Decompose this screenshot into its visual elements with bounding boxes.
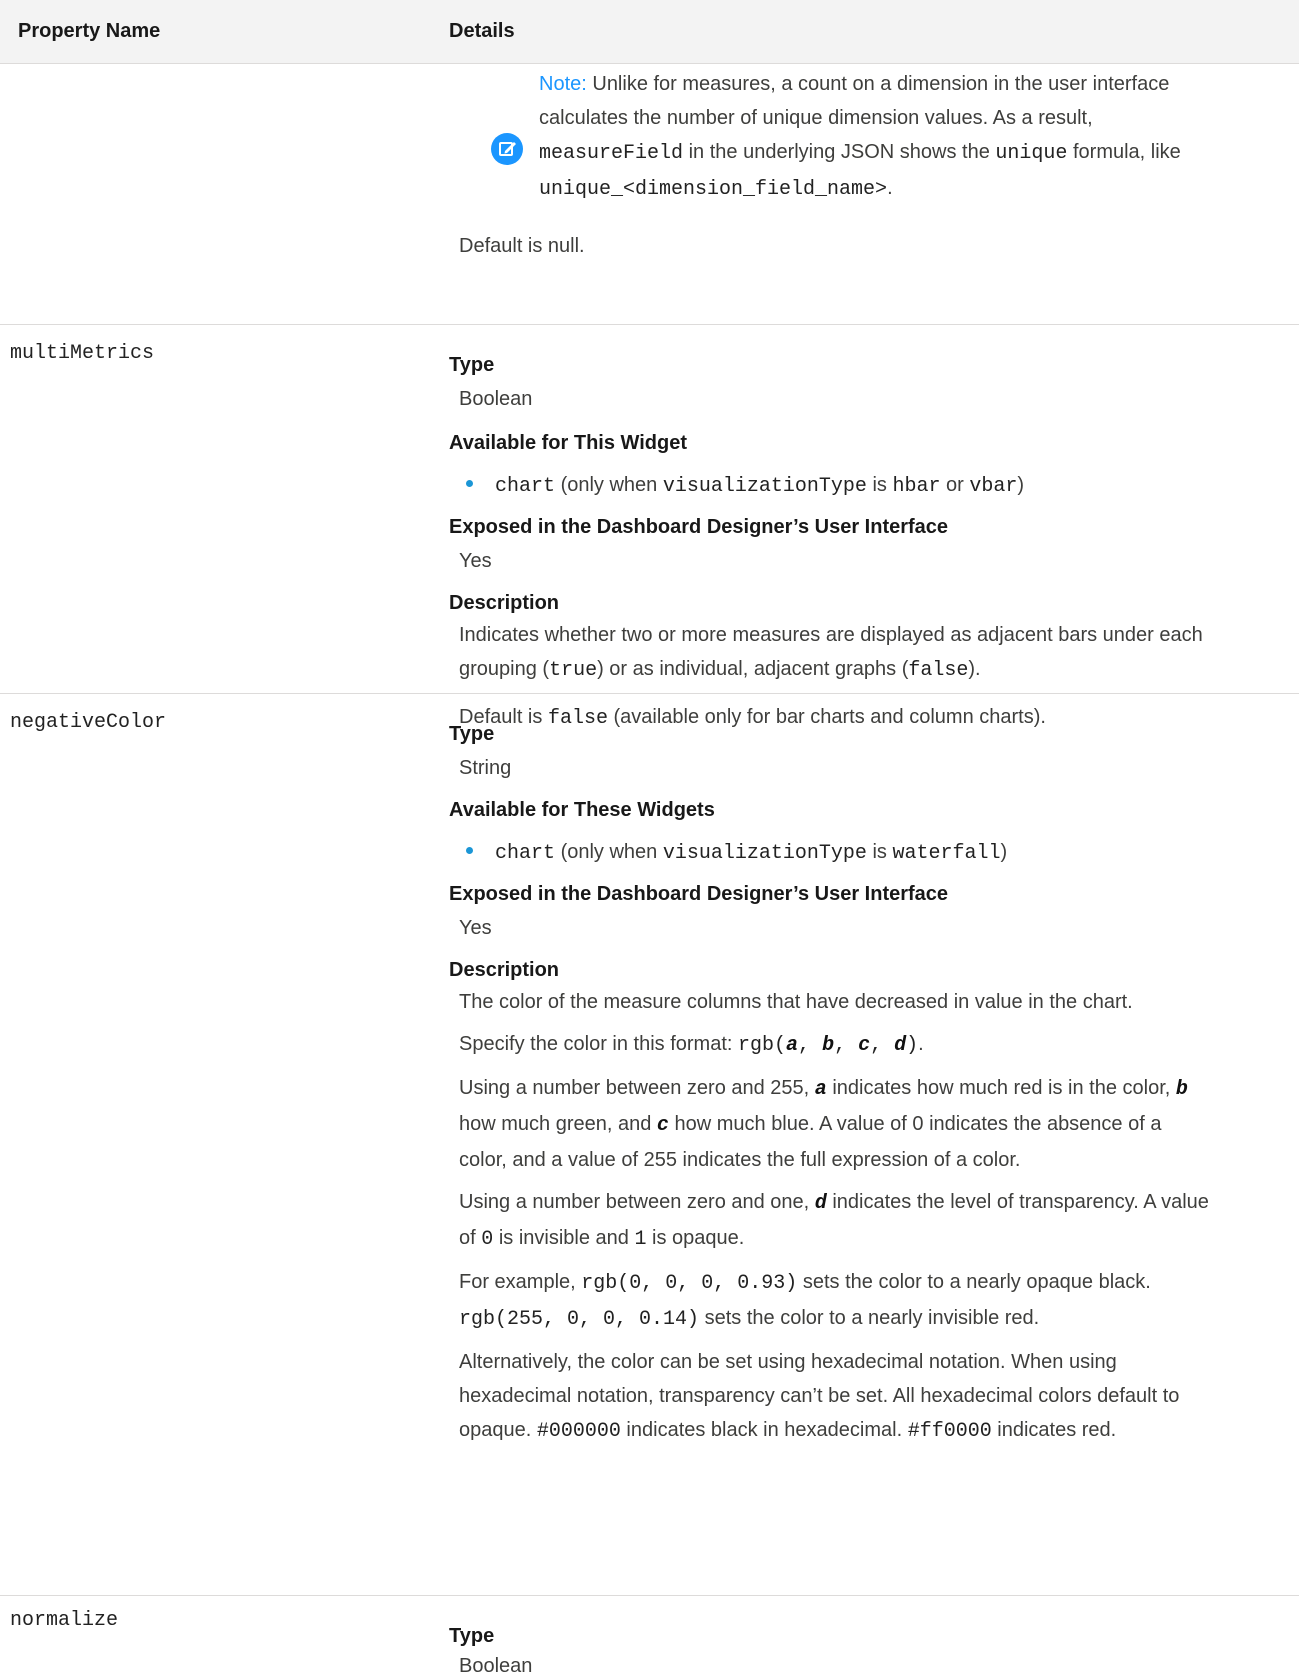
exposed-value: Yes — [459, 917, 492, 939]
list-item: chart (only when visualizationType is wa… — [466, 841, 1007, 865]
type-value: String — [459, 757, 512, 779]
exposed-label: Exposed in the Dashboard Designer’s User… — [449, 516, 949, 538]
note-line-2: calculates the number of unique dimensio… — [539, 107, 1093, 129]
col-header-details: Details — [449, 20, 515, 42]
default-null-text: Default is null. — [459, 235, 585, 257]
description-label: Description — [449, 959, 560, 981]
note-label: Note: — [539, 73, 587, 95]
table-row-multiMetrics: multiMetrics Type Boolean Available for … — [0, 326, 1299, 730]
note-block: Note: Unlike for measures, a count on a … — [539, 65, 1279, 207]
bullet-icon — [466, 480, 473, 488]
description-body: Indicates whether two or more measures a… — [459, 624, 1203, 682]
col-header-property-name: Property Name — [18, 20, 161, 42]
type-label: Type — [449, 1625, 495, 1647]
exposed-label: Exposed in the Dashboard Designer’s User… — [449, 883, 949, 905]
availability-label: Available for This Widget — [449, 432, 687, 454]
list-item: chart (only when visualizationType is hb… — [466, 474, 1024, 498]
property-name: negativeColor — [10, 711, 167, 734]
type-value: Boolean — [459, 388, 533, 410]
description-label: Description — [449, 592, 560, 614]
table-row-negativeColor: negativeColor Type String Available for … — [0, 695, 1299, 1596]
note-line-3: measureField in the underlying JSON show… — [539, 141, 1181, 165]
property-name: multiMetrics — [10, 342, 155, 365]
edit-note-icon — [491, 133, 523, 165]
type-label: Type — [449, 723, 495, 745]
note-line-4: unique_<dimension_field_name>. — [539, 177, 893, 201]
description-body: The color of the measure columns that ha… — [459, 991, 1209, 1443]
note-line-1: Note: Unlike for measures, a count on a … — [539, 73, 1170, 95]
table-row-continued: Note: Unlike for measures, a count on a … — [0, 65, 1299, 325]
property-name: normalize — [10, 1609, 119, 1632]
type-value: Boolean — [459, 1655, 533, 1677]
table-row-normalize: normalize Type Boolean — [0, 1597, 1299, 1677]
doc-page: Property Name Details Note: Unlike for m… — [0, 0, 1299, 1677]
exposed-value: Yes — [459, 550, 492, 572]
table-header: Property Name Details — [0, 0, 1299, 64]
availability-label: Available for These Widgets — [449, 799, 715, 821]
type-label: Type — [449, 354, 495, 376]
bullet-icon — [466, 847, 473, 855]
